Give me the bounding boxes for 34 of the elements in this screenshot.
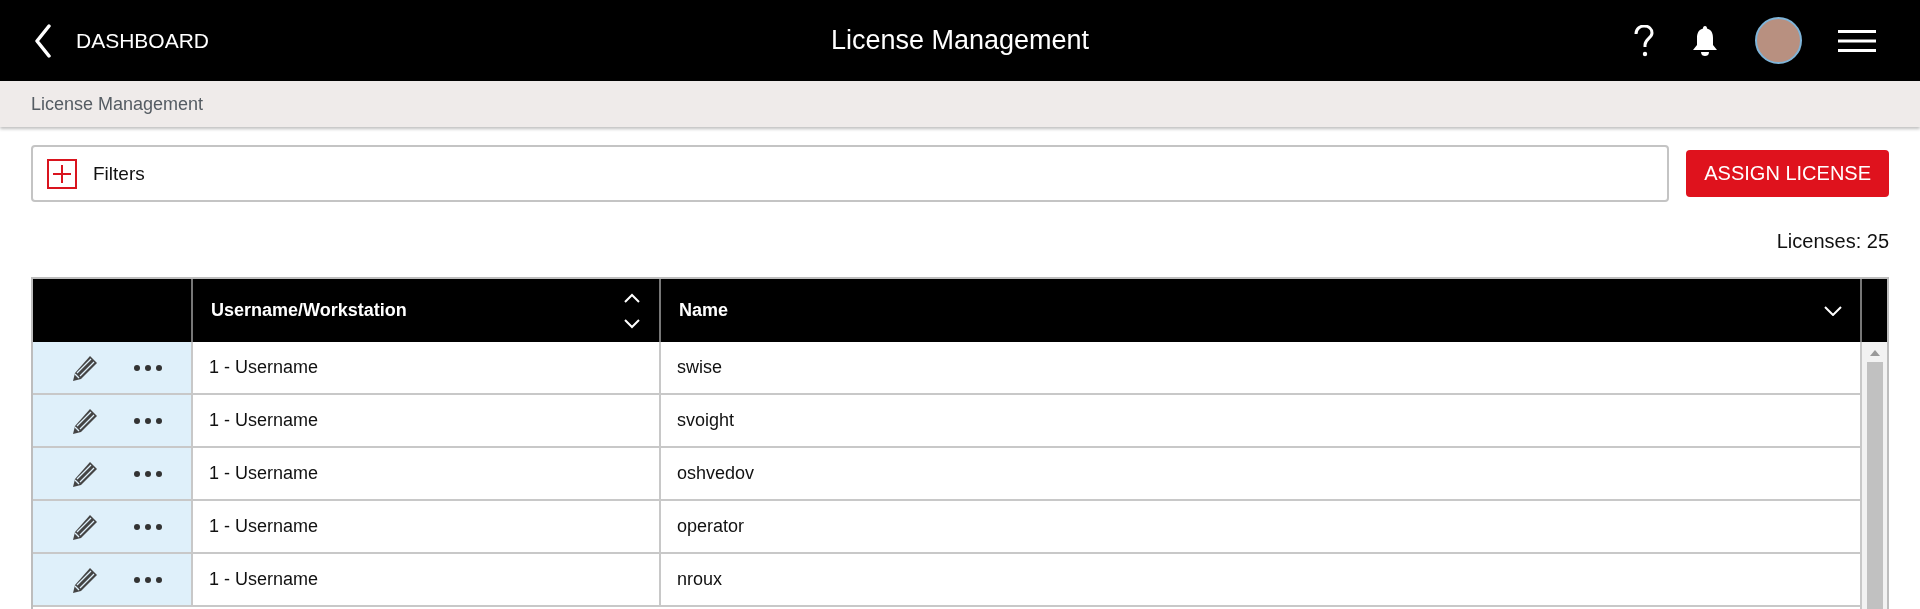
edit-pencil-icon[interactable] bbox=[71, 406, 99, 435]
filters-label: Filters bbox=[93, 162, 145, 185]
more-options-icon[interactable] bbox=[133, 416, 163, 425]
chevron-down-icon[interactable] bbox=[1824, 305, 1842, 316]
assign-license-button[interactable]: ASSIGN LICENSE bbox=[1686, 150, 1889, 197]
page-title: License Management bbox=[830, 25, 1090, 56]
more-options-icon[interactable] bbox=[133, 363, 163, 372]
breadcrumb: License Management bbox=[31, 93, 204, 115]
expand-icon[interactable] bbox=[47, 158, 77, 189]
scroll-up-icon[interactable] bbox=[1869, 350, 1880, 356]
edit-pencil-icon[interactable] bbox=[71, 565, 99, 594]
edit-pencil-icon[interactable] bbox=[71, 512, 99, 541]
table-cell: 1 - Username bbox=[191, 395, 659, 446]
help-icon[interactable] bbox=[1633, 24, 1655, 57]
column-header[interactable]: Name bbox=[659, 279, 1860, 342]
scrollbar[interactable] bbox=[1860, 342, 1887, 609]
more-options-icon[interactable] bbox=[133, 469, 163, 478]
scrollbar-thumb[interactable] bbox=[1866, 362, 1883, 609]
avatar[interactable] bbox=[1755, 17, 1802, 64]
table-cell: 1 - Username bbox=[191, 501, 659, 552]
filters-panel[interactable]: Filters bbox=[31, 145, 1670, 202]
column-header[interactable]: Username/Workstation bbox=[191, 279, 659, 342]
table-cell: 1 - Username bbox=[191, 448, 659, 499]
dashboard-link[interactable]: DASHBOARD bbox=[76, 28, 210, 53]
table-cell: 1 - Username bbox=[191, 342, 659, 393]
menu-icon[interactable] bbox=[1838, 28, 1876, 53]
edit-pencil-icon[interactable] bbox=[71, 459, 99, 488]
edit-pencil-icon[interactable] bbox=[71, 353, 99, 382]
more-options-icon[interactable] bbox=[133, 575, 163, 584]
license-count: Licenses: 25 bbox=[1776, 230, 1889, 253]
notification-bell-icon[interactable] bbox=[1691, 24, 1719, 57]
sort-icon[interactable] bbox=[623, 292, 641, 329]
table-cell: 1 - Username bbox=[191, 554, 659, 605]
more-options-icon[interactable] bbox=[133, 522, 163, 531]
